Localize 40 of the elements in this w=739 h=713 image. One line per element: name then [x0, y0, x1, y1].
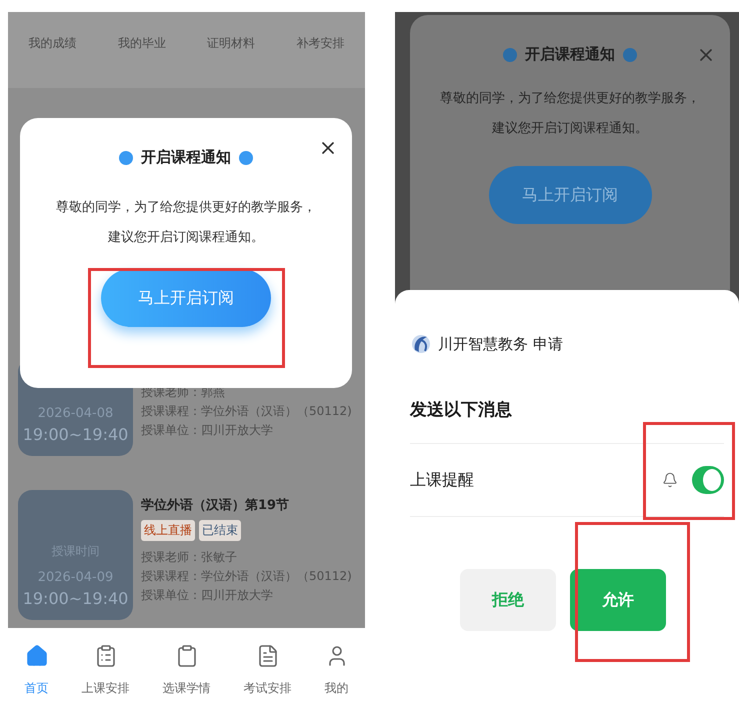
dialog-message: 建议您开启订阅课程通知。	[492, 120, 648, 138]
course-time: 19:00~19:40	[22, 425, 128, 444]
quick-link[interactable]: 补考安排	[296, 35, 344, 52]
quick-link[interactable]: 证明材料	[207, 35, 256, 52]
unit-text: 授课单位：四川开放大学	[141, 587, 274, 604]
dot-icon	[119, 150, 133, 164]
tab[interactable]: 首页	[24, 644, 48, 697]
bell-icon	[662, 472, 678, 488]
home-icon	[24, 644, 48, 668]
dialog-message: 尊敬的同学，为了给您提供更好的教学服务，	[56, 199, 316, 217]
dot-icon	[239, 150, 253, 164]
toggle-switch[interactable]	[692, 466, 724, 494]
quick-link[interactable]: 我的成绩	[28, 35, 77, 52]
allow-button[interactable]: 允许	[570, 569, 666, 631]
tab[interactable]: 我的	[324, 644, 348, 697]
dialog-title: 开启课程通知	[141, 148, 231, 167]
status-tag: 已结束	[199, 520, 241, 541]
teacher-text: 授课老师：张敏子	[141, 549, 238, 566]
dot-icon	[503, 48, 517, 62]
course-title: 学位外语（汉语）第19节	[141, 497, 290, 514]
dialog-message: 建议您开启订阅课程通知。	[108, 229, 264, 247]
course-time: 19:00~19:40	[22, 589, 128, 608]
course-text: 授课课程：学位外语（汉语）（50112)	[141, 403, 352, 420]
status-tag: 线上直播	[141, 520, 195, 541]
tab[interactable]: 选课学情	[162, 644, 210, 697]
logo-icon	[410, 332, 432, 356]
quick-link[interactable]: 我的毕业	[118, 35, 166, 52]
message-label: 上课提醒	[410, 470, 474, 490]
course-text: 授课课程：学位外语（汉语）（50112)	[141, 568, 352, 585]
dot-icon	[623, 48, 637, 62]
tab[interactable]: 上课安排	[82, 644, 130, 697]
unit-text: 授课单位：四川开放大学	[141, 422, 274, 439]
dialog-message: 尊敬的同学，为了给您提供更好的教学服务，	[440, 90, 700, 108]
tab[interactable]: 考试安排	[244, 644, 292, 697]
sheet-heading: 发送以下消息	[410, 398, 724, 444]
subscribe-button[interactable]: 马上开启订阅	[101, 269, 271, 327]
dialog-title: 开启课程通知	[525, 45, 615, 64]
deny-button[interactable]: 拒绝	[460, 569, 556, 631]
subscribe-button[interactable]: 马上开启订阅	[488, 166, 652, 224]
app-request-title: 川开智慧教务 申请	[438, 334, 563, 354]
